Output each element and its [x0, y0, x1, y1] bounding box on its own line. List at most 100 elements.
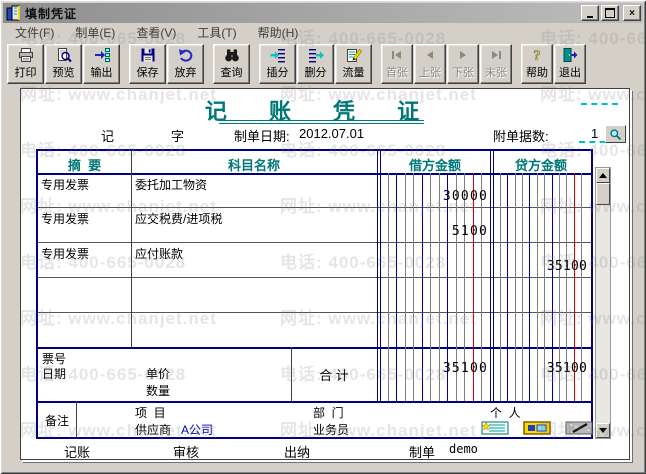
row2-summary[interactable]: 专用发票	[41, 210, 89, 227]
header-account: 科目名称	[227, 158, 280, 173]
voucher-panel: 记 账 凭 证 记 字 制单日期: 2012.07.01 附单据数: 1 摘 要…	[20, 88, 630, 460]
menu-tools[interactable]: 工具(T)	[191, 22, 242, 43]
row3-account[interactable]: 应付账款	[135, 245, 183, 262]
reviewer-label: 审核	[173, 445, 200, 460]
row3-credit[interactable]: 35100	[493, 242, 588, 277]
last-voucher-button[interactable]: 末张	[480, 44, 512, 84]
row1-credit[interactable]	[493, 173, 588, 207]
header-credit: 贷方金额	[514, 158, 567, 173]
toolbar: 打印 预览 输出 保存 放弃 查询 插分 删分 流量 首张 上张 下张 末张 ?…	[3, 43, 643, 86]
printer-icon	[18, 48, 33, 62]
next-voucher-button[interactable]: 下张	[447, 44, 479, 84]
voucher-title: 记 账 凭 证	[204, 99, 438, 124]
voucher-date-label: 制单日期:	[234, 129, 290, 144]
header-debit: 借方金额	[408, 158, 461, 173]
common-voucher-icon[interactable]	[481, 421, 509, 435]
flow-icon	[346, 49, 362, 62]
voucher-date-value[interactable]: 2012.07.01	[299, 126, 364, 141]
row4-credit[interactable]	[493, 277, 588, 312]
maximize-icon	[605, 8, 615, 18]
row3-summary[interactable]: 专用发票	[41, 245, 89, 262]
row5-debit[interactable]	[380, 312, 489, 347]
supplier-label: 供应商	[135, 423, 172, 437]
query-button[interactable]: 查询	[213, 44, 250, 84]
help-button[interactable]: ? 帮助	[521, 44, 553, 84]
magic-wand-icon[interactable]	[565, 421, 593, 435]
minimize-button[interactable]	[581, 5, 599, 21]
title-underline2	[219, 123, 424, 124]
maximize-button[interactable]	[601, 5, 619, 21]
attachment-zoom-button[interactable]	[605, 125, 626, 143]
first-icon	[392, 51, 401, 59]
preview-button[interactable]: 预览	[45, 44, 82, 84]
attachment-label: 附单据数:	[493, 129, 549, 144]
svg-text:?: ?	[533, 48, 541, 63]
undo-icon	[178, 49, 192, 62]
remark-cell-divider	[76, 401, 77, 437]
scrollbar-thumb[interactable]	[596, 183, 610, 205]
unit-price-label: 单价	[146, 367, 171, 381]
person-label[interactable]: 个 人	[490, 404, 521, 421]
binoculars-icon	[224, 49, 239, 62]
first-voucher-button[interactable]: 首张	[381, 44, 413, 84]
credit-double-border	[490, 151, 491, 401]
row1-account[interactable]: 委托加工物资	[135, 176, 207, 193]
export-icon	[94, 48, 110, 62]
app-window: 填制凭证 × 文件(F) 制单(E) 查看(V) 工具(T) 帮助(H) 打印 …	[0, 0, 646, 474]
dashed-line-top	[581, 103, 618, 105]
delete-line-icon	[308, 49, 324, 63]
preview-icon	[57, 48, 72, 63]
prev-voucher-button[interactable]: 上张	[414, 44, 446, 84]
date-label: 日期	[42, 367, 67, 381]
voucher-word-prefix: 记	[101, 129, 115, 144]
discard-button[interactable]: 放弃	[167, 44, 204, 84]
total-debit: 35100	[442, 361, 488, 376]
total-credit: 35100	[546, 361, 587, 376]
menu-file[interactable]: 文件(F)	[9, 22, 60, 43]
debit-double-border	[377, 151, 378, 401]
salesman-label[interactable]: 业务员	[313, 421, 349, 438]
menu-bar: 文件(F) 制单(E) 查看(V) 工具(T) 帮助(H)	[3, 23, 643, 42]
attachment-count[interactable]: 1	[591, 126, 598, 141]
exit-button[interactable]: 退出	[554, 44, 586, 84]
floppy-icon	[141, 48, 154, 62]
row2-debit[interactable]: 5100	[380, 207, 489, 242]
scroll-down-button[interactable]	[596, 423, 610, 438]
menu-view[interactable]: 查看(V)	[130, 22, 182, 43]
scroll-up-button[interactable]	[596, 168, 610, 183]
app-icon	[6, 5, 20, 21]
close-icon: ×	[629, 7, 635, 19]
supplier-value[interactable]: A公司	[181, 421, 213, 438]
prev-icon	[427, 51, 433, 59]
row3-debit[interactable]	[380, 242, 489, 277]
delete-line-button[interactable]: 删分	[297, 44, 334, 84]
row5-credit[interactable]	[493, 312, 588, 347]
export-button[interactable]: 输出	[83, 44, 120, 84]
preparer-label: 制单	[409, 445, 436, 460]
insert-line-button[interactable]: 插分	[259, 44, 296, 84]
card-icon[interactable]	[523, 421, 551, 435]
remark-label: 备注	[44, 414, 69, 428]
project-label[interactable]: 项 目	[135, 404, 166, 421]
header-summary: 摘 要	[67, 158, 102, 173]
title-bar: 填制凭证 ×	[3, 3, 643, 23]
flow-button[interactable]: 流量	[335, 44, 372, 84]
row1-summary[interactable]: 专用发票	[41, 176, 89, 193]
total-label: 合 计	[319, 368, 349, 383]
window-title: 填制凭证	[25, 6, 78, 21]
department-label[interactable]: 部 门	[313, 404, 344, 421]
help-icon: ?	[533, 48, 541, 63]
row1-debit[interactable]: 30000	[380, 173, 489, 207]
menu-voucher[interactable]: 制单(E)	[69, 22, 121, 43]
row4-debit[interactable]	[380, 277, 489, 312]
menu-help[interactable]: 帮助(H)	[252, 22, 305, 43]
title-underline	[219, 120, 424, 121]
magnifier-icon	[610, 128, 622, 140]
close-button[interactable]: ×	[623, 5, 641, 21]
row2-credit[interactable]	[493, 207, 588, 242]
print-button[interactable]: 打印	[7, 44, 44, 84]
save-button[interactable]: 保存	[129, 44, 166, 84]
row2-account[interactable]: 应交税费/进项税	[135, 210, 222, 227]
scroll-down-icon	[599, 428, 607, 433]
table-scrollbar[interactable]	[595, 167, 611, 439]
